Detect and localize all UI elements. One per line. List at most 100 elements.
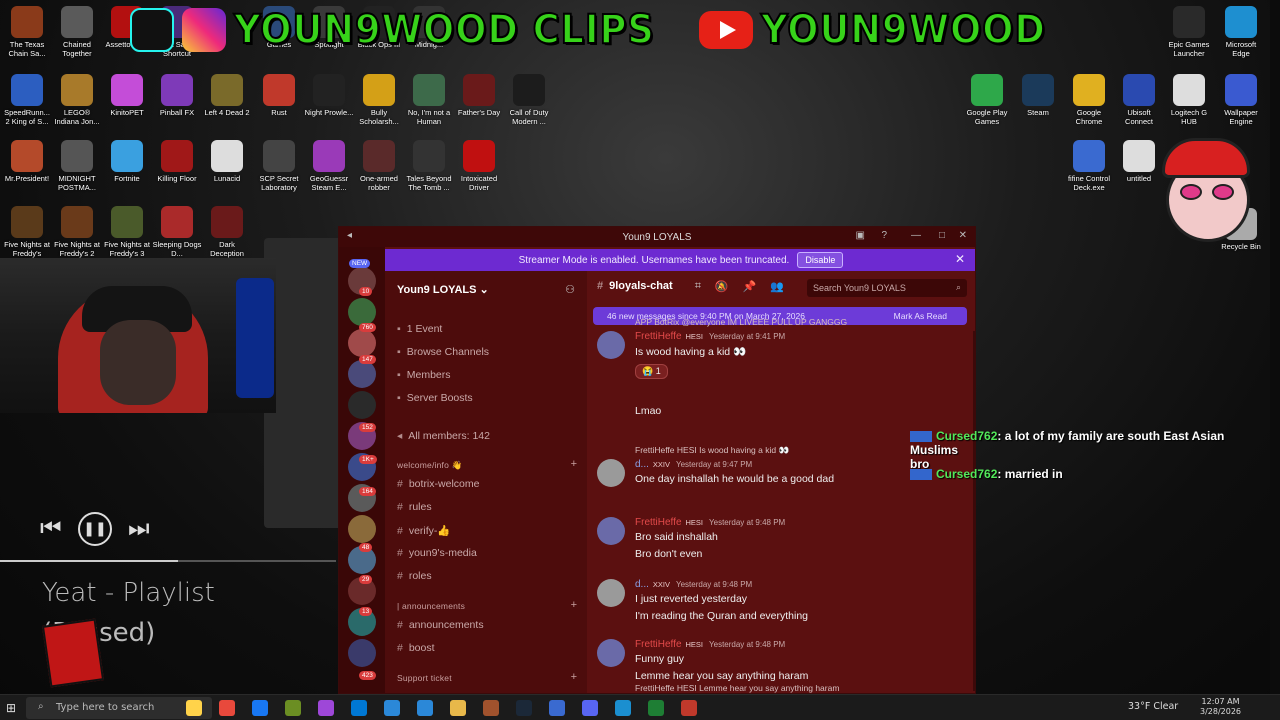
taskbar-app-icon[interactable] [681,700,697,716]
mark-as-read-button[interactable]: Mark As Read [894,311,947,321]
taskbar-app-icon[interactable] [549,700,565,716]
next-track-icon[interactable]: ⏭ [128,514,150,542]
help-icon[interactable]: ? [881,230,887,241]
desktop-icon[interactable]: Lunacid [202,140,252,183]
desktop-icon[interactable]: The Texas Chain Sa... [2,6,52,58]
desktop-icon[interactable]: One-armed robber [354,140,404,192]
desktop-icon[interactable]: No, I'm not a Human [404,74,454,126]
message-author[interactable]: FrettiHeffe [635,331,682,342]
back-arrow-icon[interactable]: ◂ [347,230,352,241]
message-author[interactable]: d... [635,579,649,590]
channel-item[interactable]: # roles [397,570,432,582]
reply-preview[interactable]: APP BotRix @everyone IM LIVEEE PULL UP G… [635,317,847,327]
desktop-icon[interactable]: fifine Control Deck.exe [1064,140,1114,192]
desktop-icon[interactable]: Five Nights at Freddy's 3 [102,206,152,258]
channel-item[interactable]: # announcements [397,619,484,631]
desktop-icon[interactable]: Chained Together [52,6,102,58]
desktop-icon[interactable]: Google Chrome [1064,74,1114,126]
desktop-icon[interactable]: Sleeping Dogs D... [152,206,202,258]
taskbar-app-icon[interactable] [483,700,499,716]
pause-button[interactable]: ❚❚ [78,512,112,546]
add-channel-icon[interactable]: + [571,599,577,611]
desktop-icon[interactable]: Dark Deception [202,206,252,258]
message-author[interactable]: d... [635,459,649,470]
channel-item[interactable]: # youn9's-media [397,547,477,559]
reaction-button[interactable]: 😭 1 [635,364,668,379]
desktop-icon[interactable]: KinitoPET [102,74,152,117]
desktop-icon[interactable]: Pinball FX [152,74,202,117]
desktop-icon[interactable]: Tales Beyond The Tomb ... [404,140,454,192]
threads-icon[interactable]: ⌗ [695,280,701,293]
desktop-icon[interactable]: untitled [1114,140,1164,183]
taskbar-app-icon[interactable] [648,700,664,716]
chat-scrollbar[interactable] [973,331,975,691]
taskbar-app-icon[interactable] [318,700,334,716]
media-progress-bar[interactable] [0,560,336,562]
taskbar-app-icon[interactable] [351,700,367,716]
avatar[interactable] [597,331,625,359]
taskbar-app-icon[interactable] [384,700,400,716]
desktop-icon[interactable]: Intoxicated Driver [454,140,504,192]
channel-category[interactable]: | announcements [397,601,465,611]
avatar[interactable] [597,639,625,667]
desktop-icon[interactable]: Five Nights at Freddy's 2 [52,206,102,258]
taskbar-app-icon[interactable] [450,700,466,716]
desktop-icon[interactable]: Five Nights at Freddy's [2,206,52,258]
desktop-icon[interactable]: Ubisoft Connect [1114,74,1164,126]
channel-item[interactable]: # boost [397,642,435,654]
message-author[interactable]: FrettiHeffe [635,517,682,528]
desktop-icon[interactable]: SpeedRunn... 2 King of S... [2,74,52,126]
desktop-icon[interactable]: Mr.President! [2,140,52,183]
nav-item[interactable]: ▪ Browse Channels [397,346,489,358]
message-author[interactable]: FrettiHeffe [635,639,682,650]
weather-widget[interactable]: 33°F Clear [1128,701,1178,712]
taskbar-app-icon[interactable] [219,700,235,716]
nav-item[interactable]: ▪ Members [397,369,451,381]
all-members[interactable]: ◂ All members: 142 [397,430,490,442]
channel-item[interactable]: # rules [397,501,432,513]
add-channel-icon[interactable]: + [571,671,577,683]
members-icon[interactable]: 👥 [770,280,784,293]
desktop-icon[interactable]: Father's Day [454,74,504,117]
avatar[interactable] [597,517,625,545]
search-input[interactable]: Search Youn9 LOYALS ⌕ [807,279,967,297]
desktop-icon[interactable]: Microsoft Edge [1216,6,1266,58]
desktop-icon[interactable]: LEGO® Indiana Jon... [52,74,102,126]
add-member-icon[interactable]: ⚇ [565,283,575,296]
desktop-icon[interactable]: Killing Floor [152,140,202,183]
pin-icon[interactable]: 📌 [743,280,757,293]
nav-item[interactable]: ▪ 1 Event [397,323,442,335]
desktop-icon[interactable]: Steam [1013,74,1063,117]
desktop-icon[interactable]: Epic Games Launcher [1164,6,1214,58]
taskbar-app-icon[interactable] [285,700,301,716]
clock[interactable]: 12:07 AM 3/28/2026 [1200,697,1241,717]
add-channel-icon[interactable]: + [571,458,577,470]
disable-streamer-button[interactable]: Disable [797,252,844,268]
reply-preview[interactable]: FrettiHeffe HESI Lemme hear you say anyt… [635,683,839,693]
server-icon[interactable] [348,329,376,357]
close-icon[interactable]: ✕ [959,230,967,241]
desktop-icon[interactable]: Night Prowle... [304,74,354,117]
avatar[interactable] [597,579,625,607]
server-icon[interactable] [348,391,376,419]
taskbar-app-icon[interactable] [186,700,202,716]
desktop-icon[interactable]: Bully Scholarsh... [354,74,404,126]
channel-category[interactable]: welcome/info 👋 [397,460,462,471]
desktop-icon[interactable]: SCP Secret Laboratory [254,140,304,192]
avatar[interactable] [597,459,625,487]
desktop-icon[interactable]: Fortnite [102,140,152,183]
taskbar-app-icon[interactable] [582,700,598,716]
desktop-icon[interactable]: Call of Duty Modern ... [504,74,554,126]
desktop-icon[interactable]: Left 4 Dead 2 [202,74,252,117]
server-name-header[interactable]: Youn9 LOYALS ⌄ [397,283,489,296]
taskbar-app-icon[interactable] [252,700,268,716]
taskbar-app-icon[interactable] [516,700,532,716]
taskbar-app-icon[interactable] [615,700,631,716]
desktop-icon[interactable]: Logitech G HUB [1164,74,1214,126]
desktop-icon[interactable]: Wallpaper Engine [1216,74,1266,126]
minimize-icon[interactable]: — [911,230,921,241]
start-icon[interactable]: ⊞ [6,701,16,715]
channel-item[interactable]: # verify-👍 [397,524,451,537]
server-icon[interactable] [348,298,376,326]
previous-track-icon[interactable]: ⏮ [40,514,62,542]
